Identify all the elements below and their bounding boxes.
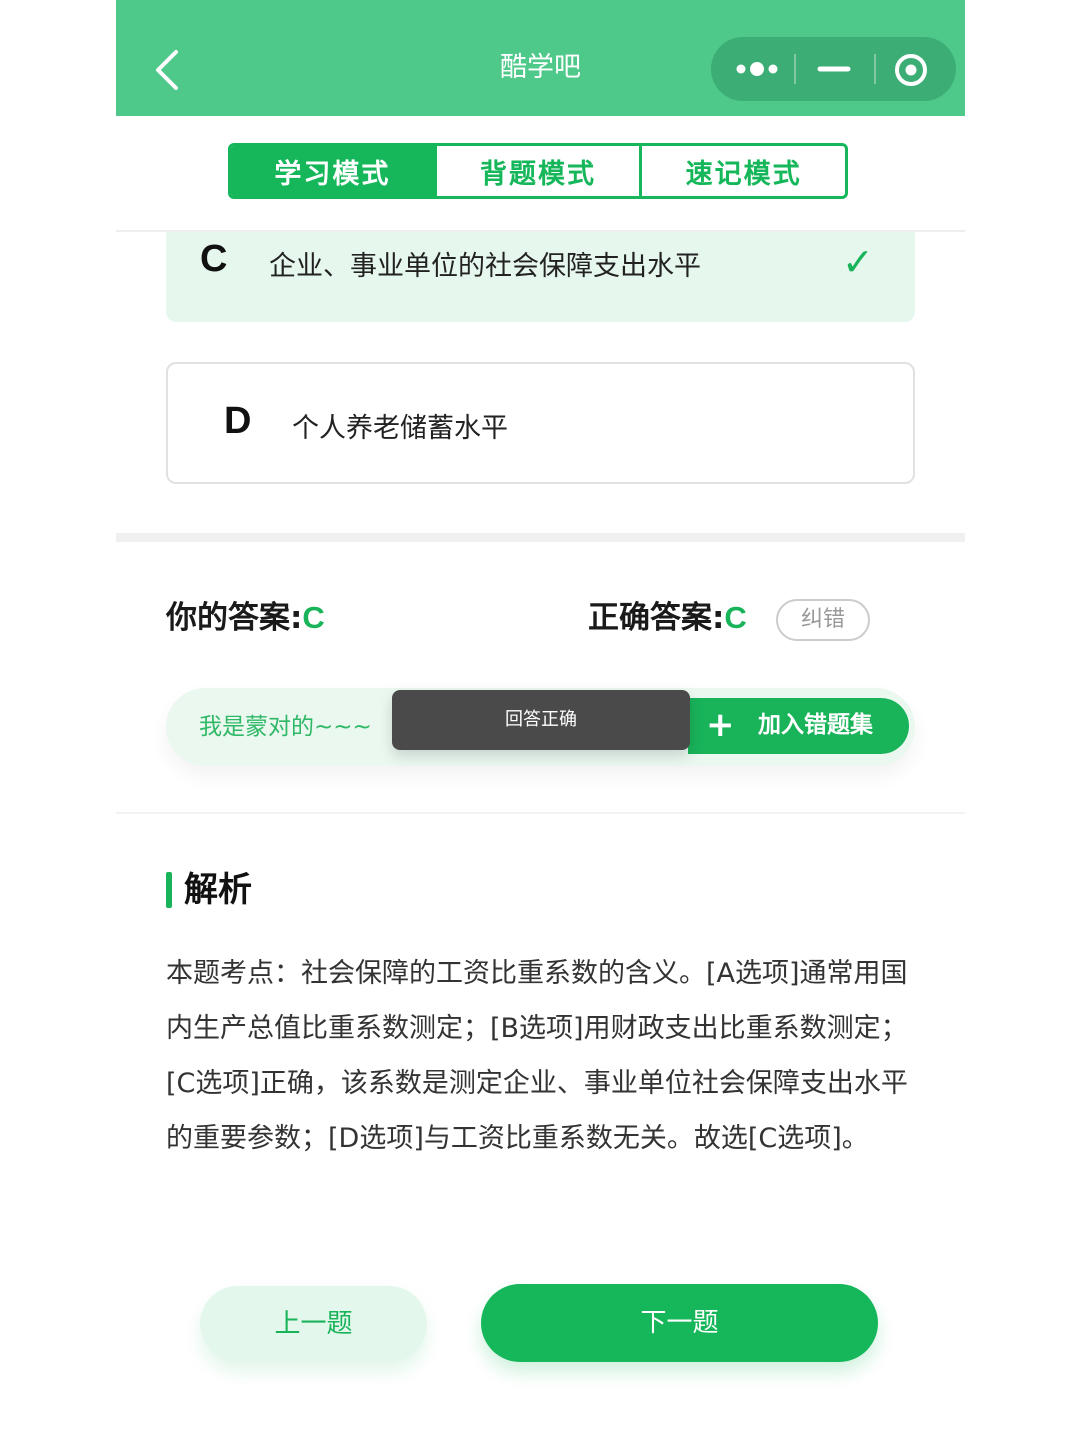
option-c[interactable]: C 企业、事业单位的社会保障支出水平 ✓ <box>166 232 915 322</box>
add-to-wrong-set-label: 加入错题集 <box>758 712 873 738</box>
mini-program-capsule <box>711 37 956 101</box>
option-text: 企业、事业单位的社会保障支出水平 <box>269 251 701 282</box>
add-to-wrong-set-button[interactable]: + 加入错题集 <box>688 698 909 754</box>
check-icon: ✓ <box>842 240 874 284</box>
mode-tabs-area: 学习模式 背题模式 速记模式 <box>116 116 965 232</box>
report-error-button[interactable]: 纠错 <box>776 599 870 641</box>
analysis-body: 本题考点：社会保障的工资比重系数的含义。[A选项]通常用国内生产总值比重系数测定… <box>166 958 908 1154</box>
mode-tabs: 学习模式 背题模式 速记模式 <box>228 143 848 199</box>
option-letter: D <box>224 400 252 442</box>
tab-study-mode[interactable]: 学习模式 <box>231 146 437 196</box>
previous-question-button[interactable]: 上一题 <box>200 1286 427 1362</box>
tab-quick-memory-mode[interactable]: 速记模式 <box>642 146 845 196</box>
answer-correct-toast: 回答正确 <box>392 690 690 750</box>
section-divider <box>116 812 965 814</box>
more-dots-icon <box>736 62 778 76</box>
your-answer: 你的答案:C <box>166 598 325 638</box>
next-question-button[interactable]: 下一题 <box>481 1284 878 1362</box>
plus-icon: + <box>706 705 735 745</box>
correct-answer-value: C <box>724 600 747 635</box>
analysis-accent-bar <box>166 872 172 908</box>
navigation-bar: 酷学吧 <box>116 0 965 116</box>
target-close-icon <box>895 54 927 86</box>
more-button[interactable] <box>711 37 794 101</box>
your-answer-value: C <box>302 600 325 635</box>
your-answer-label: 你的答案: <box>166 600 303 636</box>
correct-answer-label: 正确答案: <box>588 600 725 636</box>
option-text: 个人养老储蓄水平 <box>292 413 508 444</box>
close-button[interactable] <box>876 37 956 101</box>
minimize-button[interactable] <box>796 37 874 101</box>
section-divider <box>116 533 965 542</box>
tab-recite-mode[interactable]: 背题模式 <box>437 146 643 196</box>
option-d[interactable]: D 个人养老储蓄水平 <box>166 362 915 484</box>
lucky-guess-link[interactable]: 我是蒙对的~~~ <box>199 708 372 746</box>
correct-answer: 正确答案:C <box>588 598 747 638</box>
minimize-icon <box>817 66 851 72</box>
analysis-title: 解析 <box>184 870 252 910</box>
option-letter: C <box>200 238 228 280</box>
phone-screen: 酷学吧 学习模式 背题模式 速记模式 C 企业、事业单位的社会保障支出水平 ✓ … <box>116 0 965 1440</box>
